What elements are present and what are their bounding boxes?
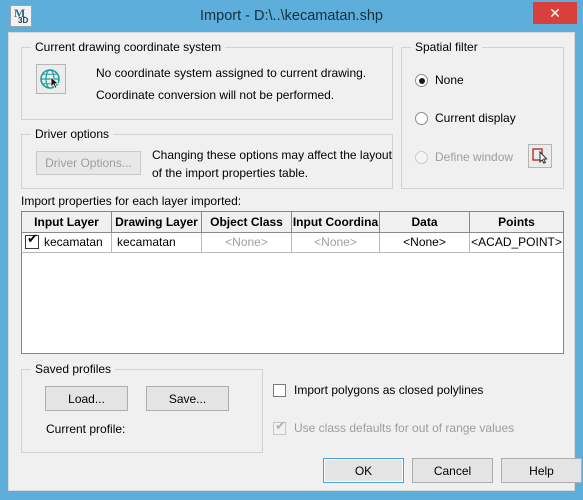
- check-icon: ✔: [275, 419, 286, 434]
- cell-input-layer[interactable]: ✔ kecamatan: [22, 233, 112, 253]
- close-icon[interactable]: ✕: [533, 2, 577, 24]
- row-checkbox[interactable]: ✔: [25, 233, 39, 249]
- table-header-data[interactable]: Data: [380, 212, 470, 233]
- spatial-filter-label-none[interactable]: None: [435, 73, 464, 87]
- spatial-filter-legend: Spatial filter: [411, 40, 482, 54]
- driver-options-button[interactable]: Driver Options...: [36, 151, 141, 175]
- cell-input-coordinate[interactable]: <None>: [292, 233, 380, 253]
- save-profile-button[interactable]: Save...: [146, 386, 229, 411]
- import-polygons-checkbox[interactable]: [273, 384, 286, 397]
- saved-profiles-legend: Saved profiles: [31, 362, 116, 376]
- driver-options-group: Driver options Driver Options... Changin…: [21, 127, 393, 189]
- table-row[interactable]: ✔ kecamatan kecamatan <None> <None> <Non…: [22, 233, 563, 253]
- driver-options-line1: Changing these options may affect the la…: [152, 148, 392, 162]
- cell-points[interactable]: <ACAD_POINT>: [470, 233, 563, 253]
- dialog-client-area: Current drawing coordinate system No coo…: [8, 32, 582, 491]
- driver-options-line2: of the import properties table.: [152, 166, 309, 180]
- table-header-drawing-layer[interactable]: Drawing Layer: [112, 212, 202, 233]
- import-dialog-window: M 3D Import - D:\..\kecamatan.shp ✕ Curr…: [0, 0, 583, 500]
- cell-drawing-layer[interactable]: kecamatan: [112, 233, 202, 253]
- select-window-icon: [532, 148, 548, 164]
- table-header-input-layer[interactable]: Input Layer: [22, 212, 112, 233]
- cell-data[interactable]: <None>: [380, 233, 470, 253]
- load-profile-button[interactable]: Load...: [45, 386, 128, 411]
- coordinate-system-button[interactable]: [36, 64, 66, 94]
- window-title: Import - D:\..\kecamatan.shp: [200, 8, 383, 24]
- table-header-input-coordinate[interactable]: Input Coordina: [292, 212, 380, 233]
- spatial-filter-radio-current-display[interactable]: [415, 112, 428, 125]
- table-header-row: Input Layer Drawing Layer Object Class I…: [22, 212, 563, 233]
- coordinate-system-line2: Coordinate conversion will not be perfor…: [96, 88, 335, 102]
- spatial-filter-group: Spatial filter None Current display Defi…: [401, 40, 564, 189]
- table-header-object-class[interactable]: Object Class: [202, 212, 292, 233]
- coordinate-system-group: Current drawing coordinate system No coo…: [21, 40, 393, 120]
- use-class-defaults-checkbox[interactable]: ✔: [273, 419, 286, 435]
- cancel-button[interactable]: Cancel: [412, 458, 493, 483]
- import-properties-caption: Import properties for each layer importe…: [21, 194, 242, 208]
- cell-object-class[interactable]: <None>: [202, 233, 292, 253]
- cell-input-layer-text: kecamatan: [44, 235, 103, 249]
- coordinate-system-line1: No coordinate system assigned to current…: [96, 66, 367, 80]
- define-window-button[interactable]: [528, 144, 552, 168]
- current-profile-label: Current profile:: [46, 422, 126, 436]
- spatial-filter-label-current-display[interactable]: Current display: [435, 111, 516, 125]
- spatial-filter-label-define-window: Define window: [435, 150, 514, 164]
- table-header-points[interactable]: Points: [470, 212, 563, 233]
- ok-button[interactable]: OK: [323, 458, 404, 483]
- coordinate-system-legend: Current drawing coordinate system: [31, 40, 226, 54]
- title-bar: M 3D Import - D:\..\kecamatan.shp ✕: [0, 0, 583, 32]
- import-properties-table[interactable]: Input Layer Drawing Layer Object Class I…: [21, 211, 564, 354]
- spatial-filter-radio-none[interactable]: [415, 74, 428, 87]
- use-class-defaults-label: Use class defaults for out of range valu…: [294, 421, 515, 435]
- saved-profiles-group: Saved profiles Load... Save... Current p…: [21, 362, 263, 453]
- globe-icon: [40, 69, 60, 89]
- help-button[interactable]: Help: [501, 458, 582, 483]
- spatial-filter-radio-define-window[interactable]: [415, 151, 428, 164]
- driver-options-legend: Driver options: [31, 127, 114, 141]
- import-polygons-label[interactable]: Import polygons as closed polylines: [294, 383, 483, 397]
- check-icon: ✔: [27, 233, 38, 247]
